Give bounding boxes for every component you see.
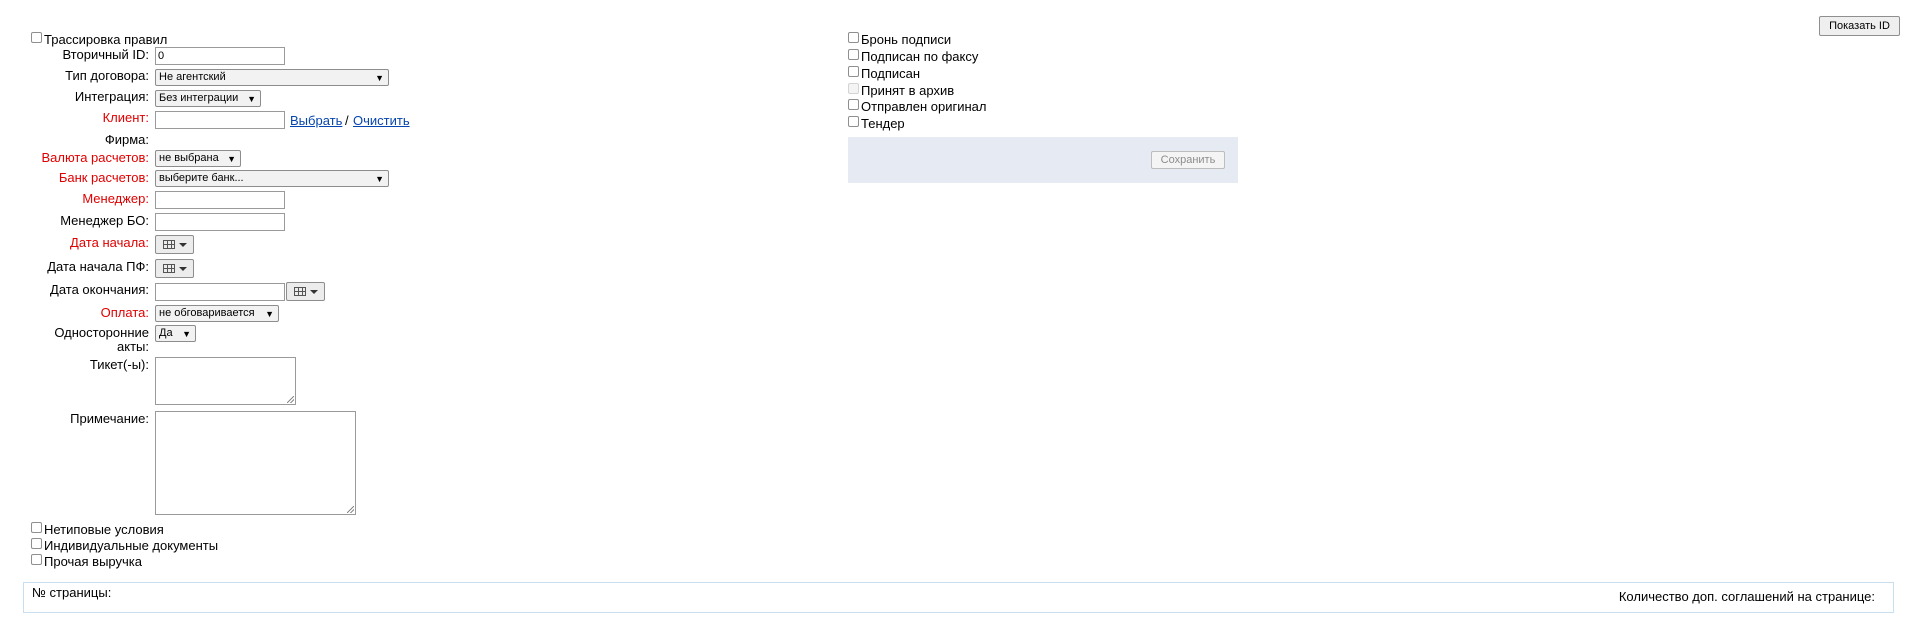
manager-bo-input[interactable]: [155, 213, 285, 231]
payment-value: не обговаривается: [159, 307, 255, 319]
one-sided-acts-label-line1: Односторонние: [54, 325, 149, 340]
secondary-id-label: Вторичный ID:: [62, 47, 149, 62]
original-sent-label: Отправлен оригинал: [861, 99, 987, 114]
note-textarea[interactable]: [155, 411, 356, 515]
nonstandard-terms-checkbox[interactable]: [31, 522, 42, 533]
chevron-down-icon: ▼: [375, 73, 384, 83]
client-link-separator: /: [345, 113, 349, 128]
tickets-label: Тикет(-ы):: [89, 357, 149, 372]
signed-fax-label: Подписан по факсу: [861, 49, 979, 64]
chevron-down-icon: ▼: [227, 154, 236, 164]
chevron-down-icon: ▼: [375, 174, 384, 184]
resize-handle-icon[interactable]: [347, 506, 354, 513]
start-date-pf-calendar-button[interactable]: [155, 259, 194, 278]
tender-label: Тендер: [861, 116, 905, 131]
client-label: Клиент:: [102, 110, 149, 125]
original-sent-checkbox[interactable]: [848, 99, 859, 110]
integration-value: Без интеграции: [159, 92, 239, 104]
trace-rules-label: Трассировка правил: [44, 32, 168, 47]
contract-type-label: Тип договора:: [65, 68, 149, 83]
calendar-icon: [294, 287, 306, 296]
start-date-label: Дата начала:: [70, 235, 149, 250]
currency-value: не выбрана: [159, 152, 219, 164]
one-sided-acts-label-line2: акты:: [117, 339, 149, 354]
chevron-down-icon: ▼: [182, 329, 191, 339]
chevron-down-icon: ▼: [247, 94, 256, 104]
show-id-button[interactable]: Показать ID: [1819, 16, 1900, 36]
end-date-calendar-button[interactable]: [286, 282, 325, 301]
integration-select[interactable]: Без интеграции ▼: [155, 90, 261, 107]
reserve-signature-checkbox[interactable]: [848, 32, 859, 43]
payment-label: Оплата:: [100, 305, 149, 320]
secondary-id-input[interactable]: [155, 47, 285, 65]
bank-value: выберите банк...: [159, 172, 244, 184]
agreements-count-label: Количество доп. соглашений на странице:: [1618, 589, 1875, 604]
signed-checkbox[interactable]: [848, 66, 859, 77]
one-sided-acts-select[interactable]: Да ▼: [155, 325, 196, 342]
resize-handle-icon[interactable]: [287, 396, 294, 403]
manager-label: Менеджер:: [82, 191, 149, 206]
bank-select[interactable]: выберите банк... ▼: [155, 170, 389, 187]
chevron-down-icon: [179, 267, 187, 271]
trace-rules-checkbox[interactable]: [31, 32, 42, 43]
calendar-icon: [163, 264, 175, 273]
individual-docs-label: Индивидуальные документы: [44, 538, 219, 553]
start-date-calendar-button[interactable]: [155, 235, 194, 254]
end-date-input[interactable]: [155, 283, 285, 301]
archived-label: Принят в архив: [861, 83, 955, 98]
end-date-label: Дата окончания:: [50, 282, 149, 297]
save-button[interactable]: Сохранить: [1151, 151, 1225, 169]
calendar-icon: [163, 240, 175, 249]
tender-checkbox[interactable]: [848, 116, 859, 127]
chevron-down-icon: [310, 290, 318, 294]
contract-type-select[interactable]: Не агентский ▼: [155, 69, 389, 86]
note-label: Примечание:: [70, 411, 149, 426]
currency-label: Валюта расчетов:: [41, 150, 149, 165]
save-panel: Сохранить: [848, 137, 1238, 183]
one-sided-acts-value: Да: [159, 327, 173, 339]
other-revenue-label: Прочая выручка: [44, 554, 142, 569]
pagination-footer: № страницы: Количество доп. соглашений н…: [23, 582, 1894, 613]
client-input[interactable]: [155, 111, 285, 129]
manager-input[interactable]: [155, 191, 285, 209]
firm-label: Фирма:: [104, 132, 149, 147]
integration-label: Интеграция:: [74, 89, 149, 104]
individual-docs-checkbox[interactable]: [31, 538, 42, 549]
other-revenue-checkbox[interactable]: [31, 554, 42, 565]
client-clear-link[interactable]: Очистить: [353, 113, 410, 128]
bank-label: Банк расчетов:: [58, 170, 149, 185]
chevron-down-icon: ▼: [265, 309, 274, 319]
manager-bo-label: Менеджер БО:: [60, 213, 149, 228]
tickets-textarea[interactable]: [155, 357, 296, 405]
archived-checkbox: [848, 83, 859, 94]
nonstandard-terms-label: Нетиповые условия: [44, 522, 164, 537]
chevron-down-icon: [179, 243, 187, 247]
contract-type-value: Не агентский: [159, 71, 226, 83]
signed-label: Подписан: [861, 66, 921, 81]
client-select-link[interactable]: Выбрать: [290, 113, 342, 128]
payment-select[interactable]: не обговаривается ▼: [155, 305, 279, 322]
page-number-label: № страницы:: [32, 585, 112, 600]
reserve-signature-label: Бронь подписи: [861, 32, 952, 47]
start-date-pf-label: Дата начала ПФ:: [47, 259, 149, 274]
currency-select[interactable]: не выбрана ▼: [155, 150, 241, 167]
signed-fax-checkbox[interactable]: [848, 49, 859, 60]
